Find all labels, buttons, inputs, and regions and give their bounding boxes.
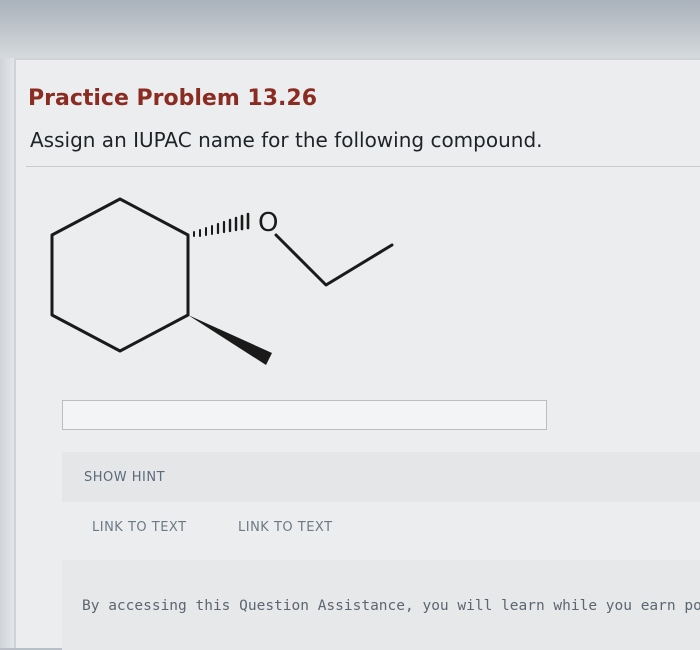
chemical-structure-image: O: [50, 197, 394, 365]
ethyl-chain: [274, 233, 394, 287]
browser-top-region: [0, 0, 700, 58]
question-assistance-footer: By accessing this Question Assistance, y…: [62, 560, 700, 650]
show-hint-link[interactable]: SHOW HINT: [84, 470, 165, 485]
question-panel: Practice Problem 13.26 Assign an IUPAC n…: [14, 58, 700, 650]
left-edge-strip: [0, 58, 14, 648]
hint-container: SHOW HINT: [62, 452, 700, 502]
hashed-wedge-bond: [193, 212, 250, 237]
answer-input[interactable]: [62, 400, 547, 430]
divider: [26, 166, 700, 167]
footer-text: By accessing this Question Assistance, y…: [82, 598, 700, 614]
oxygen-atom-label: O: [258, 208, 278, 238]
problem-title: Practice Problem 13.26: [28, 86, 318, 111]
cyclohexane-ring: [50, 197, 190, 353]
solid-wedge-bond: [188, 315, 272, 365]
problem-instruction: Assign an IUPAC name for the following c…: [30, 128, 543, 152]
link-to-text-2[interactable]: LINK TO TEXT: [238, 520, 333, 535]
link-to-text-1[interactable]: LINK TO TEXT: [92, 520, 187, 535]
